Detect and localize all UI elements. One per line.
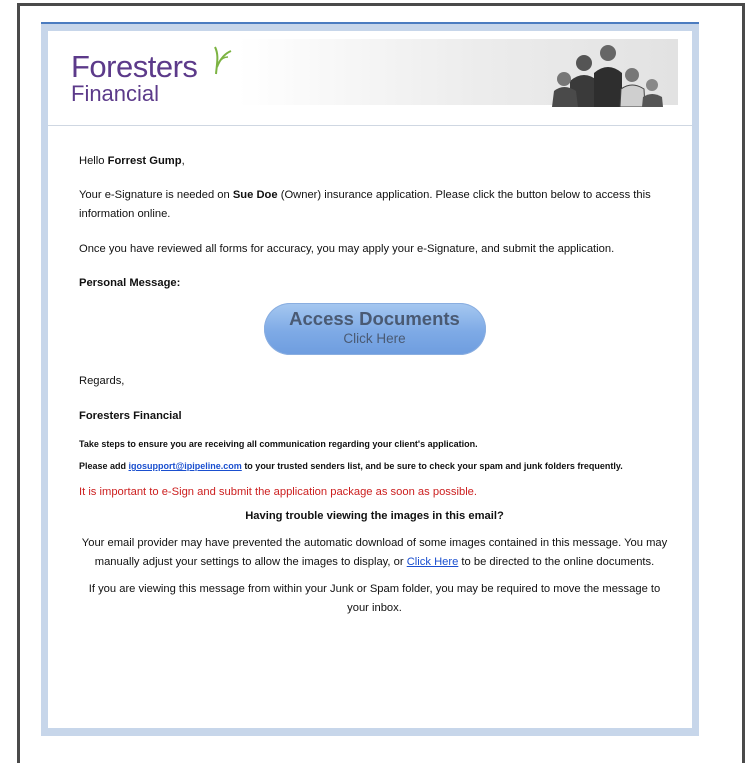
family-photo-icon [552, 45, 663, 107]
personal-message-label: Personal Message: [79, 277, 181, 289]
access-documents-button[interactable]: Access Documents Click Here [263, 303, 486, 355]
warning-text: It is important to e-Sign and submit the… [79, 486, 478, 498]
notice-communication: Take steps to ensure you are receiving a… [79, 439, 478, 449]
foresters-logo: Foresters Financial [71, 49, 198, 106]
trouble-paragraph: Your email provider may have prevented t… [79, 534, 670, 572]
logo-sub-text: Financial [71, 81, 160, 106]
notice2-post: to your trusted senders list, and be sur… [241, 461, 623, 471]
email-body: Foresters Financial Hello Forrest Gump, … [48, 31, 692, 728]
owner-name: Sue Doe [232, 189, 278, 201]
review-paragraph: Once you have reviewed all forms for acc… [79, 243, 615, 255]
access-button-title: Access Documents [289, 308, 460, 329]
email-content: Hello Forrest Gump, Your e-Signature is … [48, 126, 692, 618]
esign-request-paragraph: Your e-Signature is needed on Sue Doe (O… [79, 186, 670, 224]
access-button-subtitle: Click Here [343, 331, 406, 346]
recipient-name: Forrest Gump [107, 155, 182, 167]
email-header: Foresters Financial [48, 31, 692, 126]
sprout-logo-icon [214, 46, 232, 75]
support-email-link[interactable]: igosupport@ipipeline.com [129, 461, 242, 471]
trouble-heading: Having trouble viewing the images in thi… [245, 510, 504, 522]
signature-text: Foresters Financial [79, 410, 182, 422]
trouble-post: to be directed to the online documents. [458, 556, 655, 568]
regards-text: Regards, [79, 375, 125, 387]
junk-folder-paragraph: If you are viewing this message from wit… [88, 583, 661, 614]
logo-brand-text: Foresters [71, 49, 198, 84]
email-container: Foresters Financial Hello Forrest Gump, … [41, 22, 699, 736]
greeting: Hello Forrest Gump, [79, 152, 670, 171]
notice2-pre: Please add [79, 461, 129, 471]
para1-pre: Your e-Signature is needed on [79, 189, 233, 201]
greeting-suffix: , [181, 155, 185, 167]
notice-trusted-senders: Please add igosupport@ipipeline.com to y… [79, 459, 670, 473]
button-wrap: Access Documents Click Here [79, 303, 670, 355]
greeting-prefix: Hello [79, 155, 108, 167]
click-here-link[interactable]: Click Here [407, 556, 459, 568]
